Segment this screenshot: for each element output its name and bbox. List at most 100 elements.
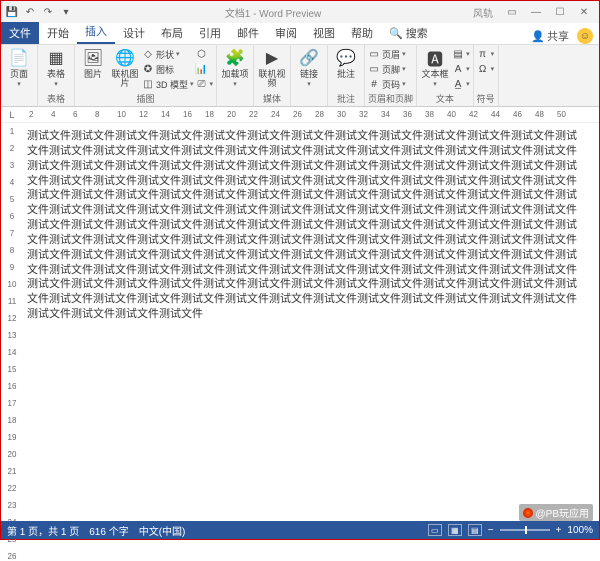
quickparts-button[interactable]: ▤▾ xyxy=(452,47,470,61)
ribbon-options-icon[interactable]: ▭ xyxy=(501,4,523,20)
group-comments: 💬批注 批注 xyxy=(328,45,365,106)
tab-mailings[interactable]: 邮件 xyxy=(229,22,267,44)
document-area: 1234567891011121314151617181920212223242… xyxy=(1,123,599,523)
ribbon: 📄页面▾ ▦表格▾ 表格 🖼图片 🌐联机图片 ◇形状▾ ✪图标 ◫3D 模型▾ … xyxy=(1,45,599,107)
smartart-button[interactable]: ⬡ xyxy=(196,47,214,61)
redo-icon[interactable]: ↷ xyxy=(41,5,55,19)
undo-icon[interactable]: ↶ xyxy=(23,5,37,19)
wordart-button[interactable]: A▾ xyxy=(452,62,470,76)
textbox-button[interactable]: 🅰文本框▾ xyxy=(420,47,450,88)
online-pictures-button[interactable]: 🌐联机图片 xyxy=(110,47,140,88)
dropcap-button[interactable]: A̲▾ xyxy=(452,77,470,91)
symbol-icon: Ω xyxy=(477,63,489,75)
zoom-out-button[interactable]: − xyxy=(488,525,494,536)
pageno-icon: # xyxy=(368,78,380,90)
cube-icon: ◫ xyxy=(142,78,154,90)
pageno-button[interactable]: #页码▾ xyxy=(368,77,406,91)
wordart-icon: A xyxy=(452,63,464,75)
screenshot-icon: ⎚ xyxy=(196,78,208,90)
group-text: 🅰文本框▾ ▤▾ A▾ A̲▾ 文本 xyxy=(417,45,474,106)
ruler-vertical[interactable]: 1234567891011121314151617181920212223242… xyxy=(1,123,23,523)
shapes-button[interactable]: ◇形状▾ xyxy=(142,47,194,61)
screenshot-button[interactable]: ⎚▾ xyxy=(196,77,214,91)
tab-file[interactable]: 文件 xyxy=(1,22,39,44)
tab-review[interactable]: 审阅 xyxy=(267,22,305,44)
group-header-footer: ▭页眉▾ ▭页脚▾ #页码▾ 页眉和页脚 xyxy=(365,45,417,106)
tab-layout[interactable]: 布局 xyxy=(153,22,191,44)
group-links: 🔗链接▾ xyxy=(291,45,328,106)
weibo-watermark: @PB玩应用 xyxy=(519,504,594,521)
table-icon: ▦ xyxy=(45,47,67,69)
view-web-icon[interactable]: ▤ xyxy=(468,524,482,536)
symbol-button[interactable]: Ω▾ xyxy=(477,62,495,76)
equation-icon: π xyxy=(477,48,489,60)
icons-icon: ✪ xyxy=(142,63,154,75)
link-icon: 🔗 xyxy=(298,47,320,69)
chart-icon: 📊 xyxy=(196,63,208,75)
save-icon[interactable]: 💾 xyxy=(5,5,19,19)
user-name[interactable]: 风轨 xyxy=(473,5,493,20)
tab-insert[interactable]: 插入 xyxy=(77,20,115,44)
link-button[interactable]: 🔗链接▾ xyxy=(294,47,324,88)
group-illustrations: 🖼图片 🌐联机图片 ◇形状▾ ✪图标 ◫3D 模型▾ ⬡ 📊 ⎚▾ 插图 xyxy=(75,45,217,106)
quickparts-icon: ▤ xyxy=(452,48,464,60)
smartart-icon: ⬡ xyxy=(196,48,208,60)
window-title: 文档1 - Word Preview xyxy=(73,5,473,20)
group-media: ▶联机视频 媒体 xyxy=(254,45,291,106)
group-tables: ▦表格▾ 表格 xyxy=(38,45,75,106)
zoom-in-button[interactable]: + xyxy=(556,525,562,536)
group-symbols: π▾ Ω▾ 符号 xyxy=(474,45,499,106)
online-picture-icon: 🌐 xyxy=(114,47,136,69)
zoom-level[interactable]: 100% xyxy=(567,525,593,536)
equation-button[interactable]: π▾ xyxy=(477,47,495,61)
ribbon-tabs: 文件 开始 插入 设计 布局 引用 邮件 审阅 视图 帮助 🔍 搜索 👤 共享 … xyxy=(1,23,599,45)
view-read-icon[interactable]: ▭ xyxy=(428,524,442,536)
minimize-icon[interactable]: ― xyxy=(525,4,547,20)
qat-more-icon[interactable]: ▾ xyxy=(59,5,73,19)
tab-references[interactable]: 引用 xyxy=(191,22,229,44)
page-icon: 📄 xyxy=(8,47,30,69)
share-button[interactable]: 👤 共享 xyxy=(531,28,569,44)
comment-icon: 💬 xyxy=(335,47,357,69)
picture-icon: 🖼 xyxy=(82,47,104,69)
view-print-icon[interactable]: ▦ xyxy=(448,524,462,536)
feedback-icon[interactable]: ☺ xyxy=(577,28,593,44)
footer-icon: ▭ xyxy=(368,63,380,75)
cover-page-button[interactable]: 📄页面▾ xyxy=(4,47,34,88)
document-body[interactable]: 测试文件测试文件测试文件测试文件测试文件测试文件测试文件测试文件测试文件测试文件… xyxy=(23,123,599,523)
ruler-horizontal[interactable]: 2468101214161820222426283032343638404244… xyxy=(23,107,599,122)
group-pages: 📄页面▾ xyxy=(1,45,38,106)
icons-button[interactable]: ✪图标 xyxy=(142,62,194,76)
comment-button[interactable]: 💬批注 xyxy=(331,47,361,79)
maximize-icon[interactable]: ☐ xyxy=(549,4,571,20)
footer-button[interactable]: ▭页脚▾ xyxy=(368,62,406,76)
status-lang[interactable]: 中文(中国) xyxy=(139,523,186,538)
ruler-area: L 24681012141618202224262830323436384042… xyxy=(1,107,599,123)
shapes-icon: ◇ xyxy=(142,48,154,60)
3d-models-button[interactable]: ◫3D 模型▾ xyxy=(142,77,194,91)
search-box[interactable]: 🔍 搜索 xyxy=(381,22,436,44)
zoom-slider[interactable] xyxy=(500,529,550,531)
dropcap-icon: A̲ xyxy=(452,78,464,90)
addins-button[interactable]: 🧩加载项▾ xyxy=(220,47,250,88)
weibo-icon xyxy=(523,508,533,518)
table-button[interactable]: ▦表格▾ xyxy=(41,47,71,88)
tab-design[interactable]: 设计 xyxy=(115,22,153,44)
status-page[interactable]: 第 1 页，共 1 页 xyxy=(7,523,79,538)
group-addins: 🧩加载项▾ xyxy=(217,45,254,106)
tab-view[interactable]: 视图 xyxy=(305,22,343,44)
statusbar: 第 1 页，共 1 页 616 个字 中文(中国) ▭ ▦ ▤ − + 100% xyxy=(1,521,599,539)
header-icon: ▭ xyxy=(368,48,380,60)
tab-home[interactable]: 开始 xyxy=(39,22,77,44)
header-button[interactable]: ▭页眉▾ xyxy=(368,47,406,61)
status-words[interactable]: 616 个字 xyxy=(89,523,128,538)
pictures-button[interactable]: 🖼图片 xyxy=(78,47,108,79)
ruler-corner: L xyxy=(1,107,23,122)
chart-button[interactable]: 📊 xyxy=(196,62,214,76)
textbox-icon: 🅰 xyxy=(424,47,446,69)
addin-icon: 🧩 xyxy=(224,47,246,69)
online-video-button[interactable]: ▶联机视频 xyxy=(257,47,287,88)
close-icon[interactable]: ✕ xyxy=(573,4,595,20)
video-icon: ▶ xyxy=(261,47,283,69)
tab-help[interactable]: 帮助 xyxy=(343,22,381,44)
